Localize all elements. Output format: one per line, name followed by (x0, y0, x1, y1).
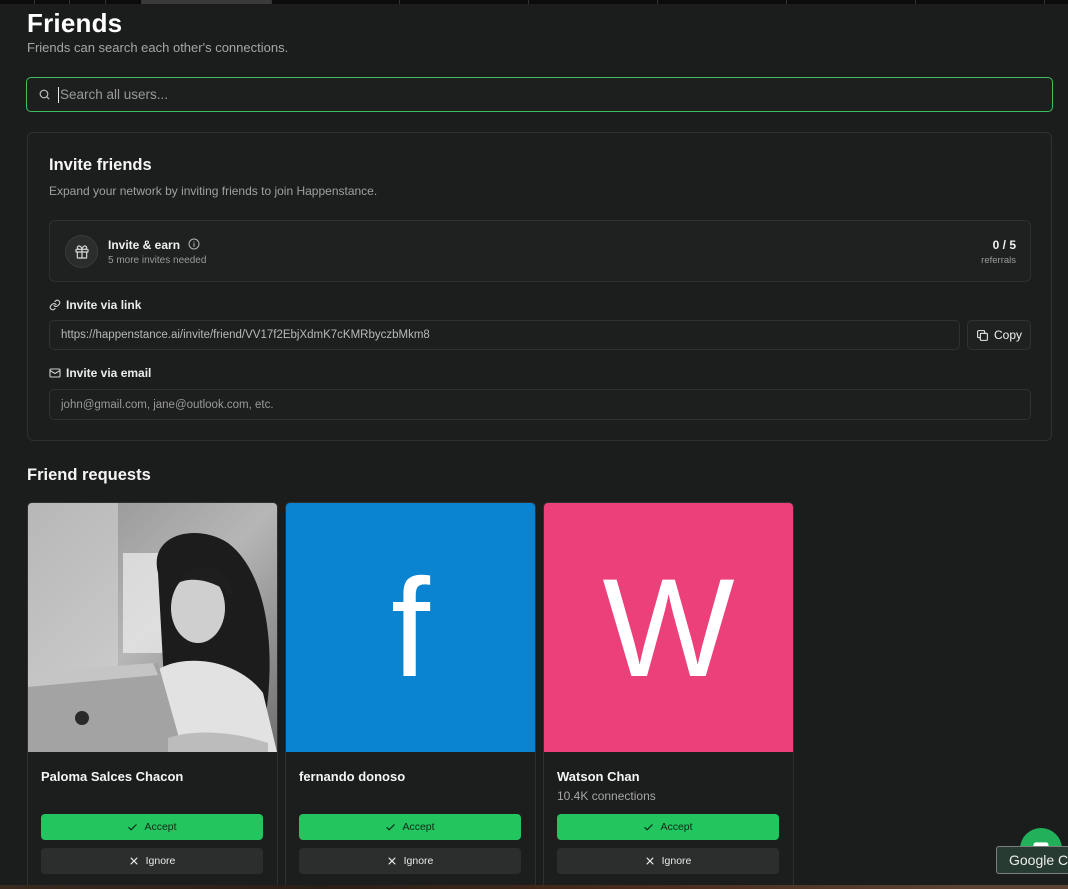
referral-count: 0 / 5 (992, 238, 1016, 252)
request-name: Watson Chan (557, 769, 640, 784)
accept-label: Accept (402, 821, 435, 833)
invite-title: Invite friends (49, 156, 152, 174)
search-bar[interactable] (26, 77, 1053, 112)
accept-label: Accept (144, 821, 177, 833)
check-icon (386, 823, 396, 830)
search-icon (39, 89, 50, 100)
avatar (28, 503, 277, 752)
info-icon[interactable] (188, 238, 200, 250)
copy-icon (977, 329, 988, 341)
invite-link-label: Invite via link (49, 298, 141, 312)
ignore-button[interactable]: Ignore (299, 848, 521, 874)
close-icon (646, 857, 654, 865)
browser-tab-strip (0, 0, 1068, 4)
link-icon (49, 299, 61, 311)
accept-button[interactable]: Accept (299, 814, 521, 840)
ignore-label: Ignore (403, 855, 434, 867)
check-icon (128, 823, 138, 830)
taskbar-strip (0, 885, 1068, 889)
friend-request-card: Paloma Salces Chacon Accept Ignore (27, 502, 278, 889)
avatar: f (286, 503, 535, 752)
ignore-label: Ignore (145, 855, 176, 867)
friend-requests-title: Friend requests (27, 466, 151, 484)
friend-request-card: f fernando donoso Accept Ignore (285, 502, 536, 889)
close-icon (130, 857, 138, 865)
ignore-button[interactable]: Ignore (557, 848, 779, 874)
request-name: Paloma Salces Chacon (41, 769, 184, 784)
invite-link-field[interactable]: https://happenstance.ai/invite/friend/VV… (49, 320, 960, 350)
avatar: W (544, 503, 793, 752)
ignore-button[interactable]: Ignore (41, 848, 263, 874)
earn-title: Invite & earn (108, 238, 181, 252)
gift-icon (65, 235, 98, 268)
friend-request-card: W Watson Chan 10.4K connections Accept I… (543, 502, 794, 889)
copy-button[interactable]: Copy (967, 320, 1031, 350)
accept-button[interactable]: Accept (41, 814, 263, 840)
invite-email-label-text: Invite via email (66, 366, 152, 380)
accept-button[interactable]: Accept (557, 814, 779, 840)
invite-link-label-text: Invite via link (66, 298, 142, 312)
search-input[interactable] (58, 86, 1018, 103)
referral-label: referrals (981, 255, 1016, 266)
invite-earn-box: Invite & earn 5 more invites needed 0 / … (49, 220, 1031, 282)
chat-tooltip: Google Chat (996, 846, 1068, 874)
mail-icon (49, 368, 61, 378)
request-name: fernando donoso (299, 769, 406, 784)
earn-subtitle: 5 more invites needed (108, 255, 207, 266)
copy-label: Copy (993, 328, 1022, 342)
invite-friends-card: Invite friends Expand your network by in… (27, 132, 1052, 441)
close-icon (388, 857, 396, 865)
ignore-label: Ignore (661, 855, 692, 867)
page-subtitle: Friends can search each other's connecti… (27, 40, 289, 55)
check-icon (644, 823, 654, 830)
page-title: Friends (27, 8, 123, 38)
accept-label: Accept (660, 821, 693, 833)
invite-description: Expand your network by inviting friends … (49, 184, 378, 198)
invite-email-label: Invite via email (49, 366, 151, 380)
invite-email-input[interactable] (49, 389, 1031, 420)
request-connections: 10.4K connections (557, 789, 656, 803)
